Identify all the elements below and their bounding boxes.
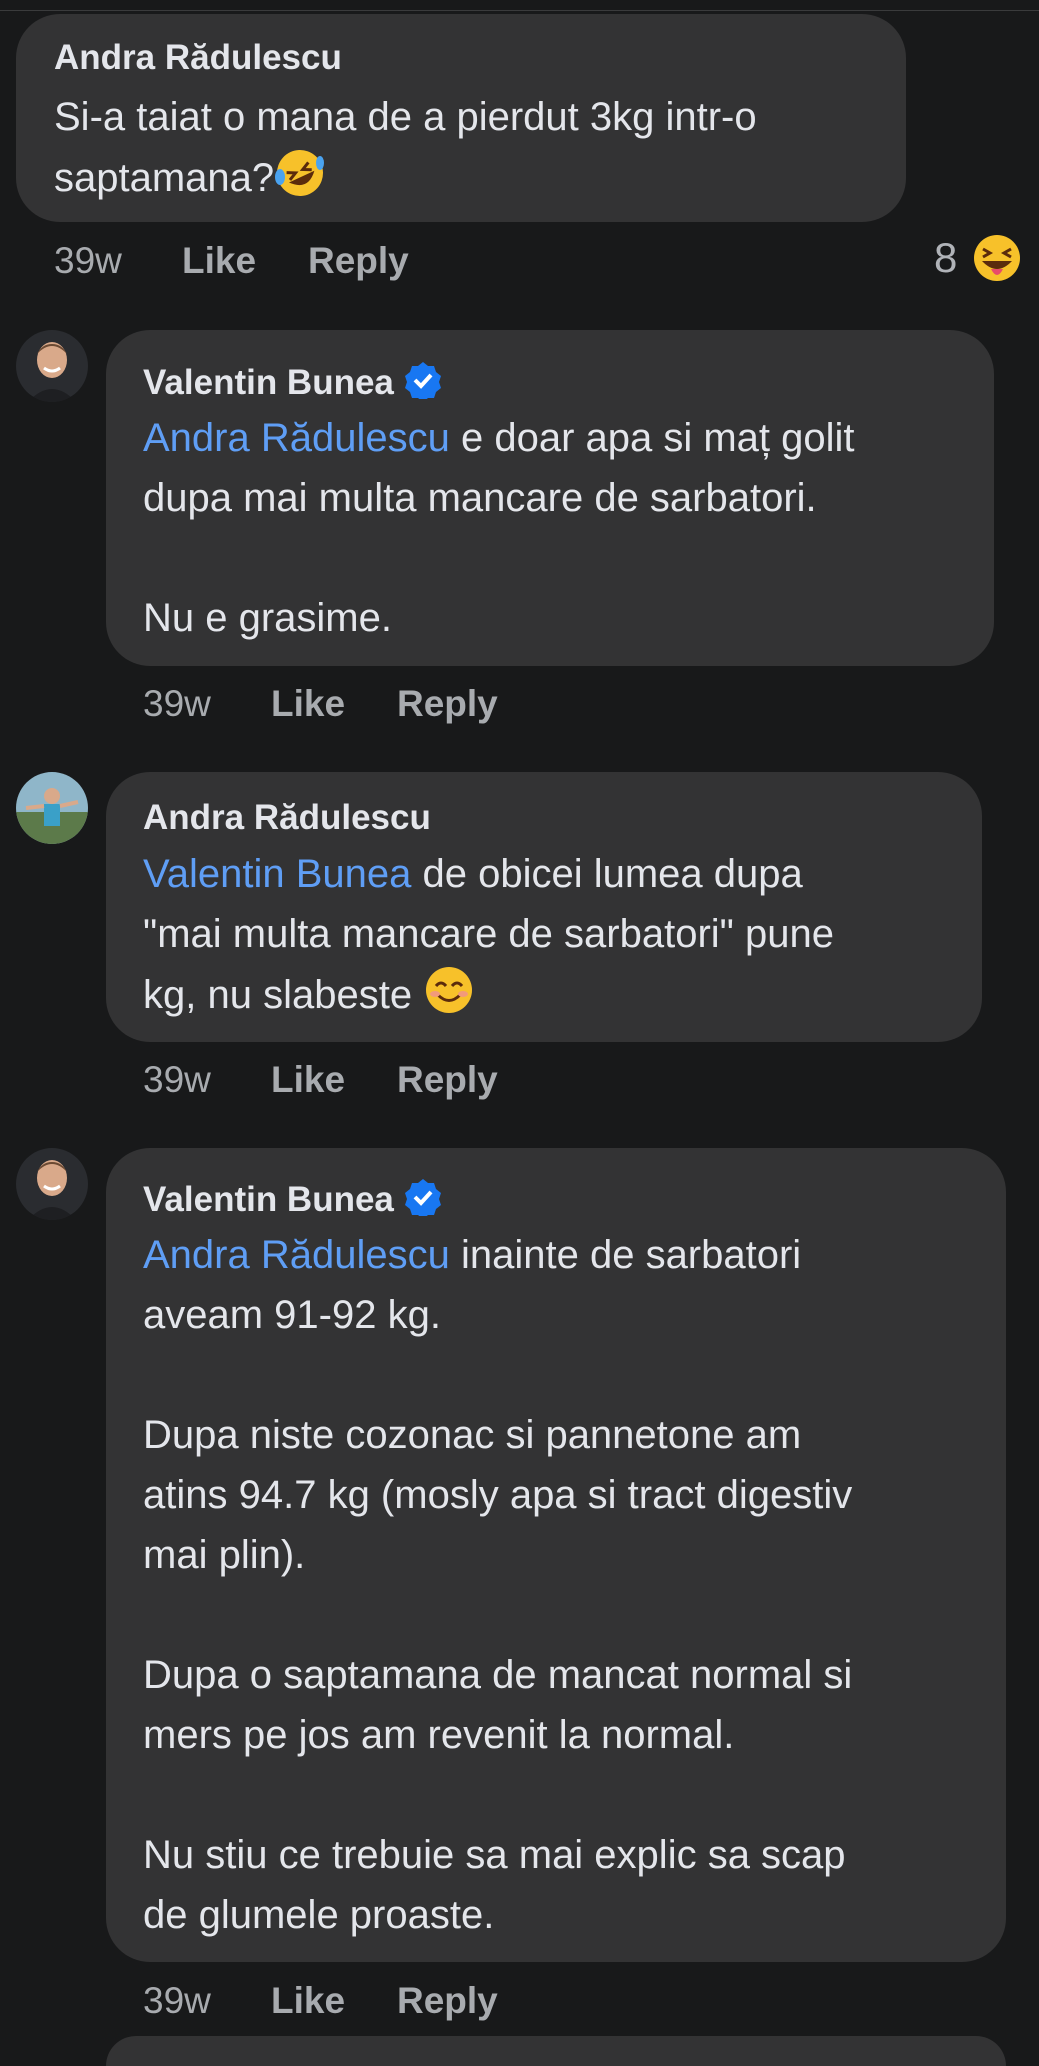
reply-button[interactable]: Reply xyxy=(397,1059,498,1101)
reaction-count[interactable]: 8 xyxy=(934,234,957,282)
grinning-squinting-tongue-emoji[interactable] xyxy=(972,233,1022,283)
verified-badge-icon xyxy=(404,1179,441,1216)
mention-link[interactable]: Andra Rădulescu xyxy=(143,1233,450,1277)
avatar[interactable] xyxy=(16,1148,88,1220)
like-button[interactable]: Like xyxy=(182,240,256,282)
comment-text: Andra Rădulescu e doar apa si maț golit … xyxy=(143,408,983,648)
reply-button[interactable]: Reply xyxy=(397,683,498,725)
author-name[interactable]: Valentin Bunea xyxy=(143,1180,394,1219)
mention-link[interactable]: Andra Rădulescu xyxy=(143,416,450,460)
comment-body: Si-a taiat o mana de a pierdut 3kg intr-… xyxy=(54,95,757,200)
reply-button[interactable]: Reply xyxy=(308,240,409,282)
comment-text: Si-a taiat o mana de a pierdut 3kg intr-… xyxy=(54,87,894,216)
next-comment-bubble-edge xyxy=(106,2036,1006,2066)
comment-time[interactable]: 39w xyxy=(54,240,122,282)
avatar[interactable] xyxy=(16,772,88,844)
comment-text: Valentin Bunea de obicei lumea dupa "mai… xyxy=(143,844,973,1033)
comment-time[interactable]: 39w xyxy=(143,683,211,725)
avatar[interactable] xyxy=(16,330,88,402)
like-button[interactable]: Like xyxy=(271,683,345,725)
rolling-on-floor-laughing-emoji xyxy=(274,147,326,216)
comment-author[interactable]: Andra Rădulescu xyxy=(143,798,431,838)
comment-time[interactable]: 39w xyxy=(143,1059,211,1101)
smiling-face-emoji xyxy=(423,964,475,1033)
comment-author[interactable]: Valentin Bunea xyxy=(143,1178,442,1220)
top-divider xyxy=(0,0,1039,11)
author-name[interactable]: Valentin Bunea xyxy=(143,363,394,402)
verified-badge-icon xyxy=(404,362,441,399)
comment-time[interactable]: 39w xyxy=(143,1980,211,2022)
comment-author[interactable]: Andra Rădulescu xyxy=(54,38,342,78)
like-button[interactable]: Like xyxy=(271,1059,345,1101)
like-button[interactable]: Like xyxy=(271,1980,345,2022)
reply-button[interactable]: Reply xyxy=(397,1980,498,2022)
comment-body: inainte de sarbatori aveam 91-92 kg. Dup… xyxy=(143,1233,853,1937)
mention-link[interactable]: Valentin Bunea xyxy=(143,852,411,896)
comment-author[interactable]: Valentin Bunea xyxy=(143,361,442,403)
comment-text: Andra Rădulescu inainte de sarbatori ave… xyxy=(143,1225,993,1945)
